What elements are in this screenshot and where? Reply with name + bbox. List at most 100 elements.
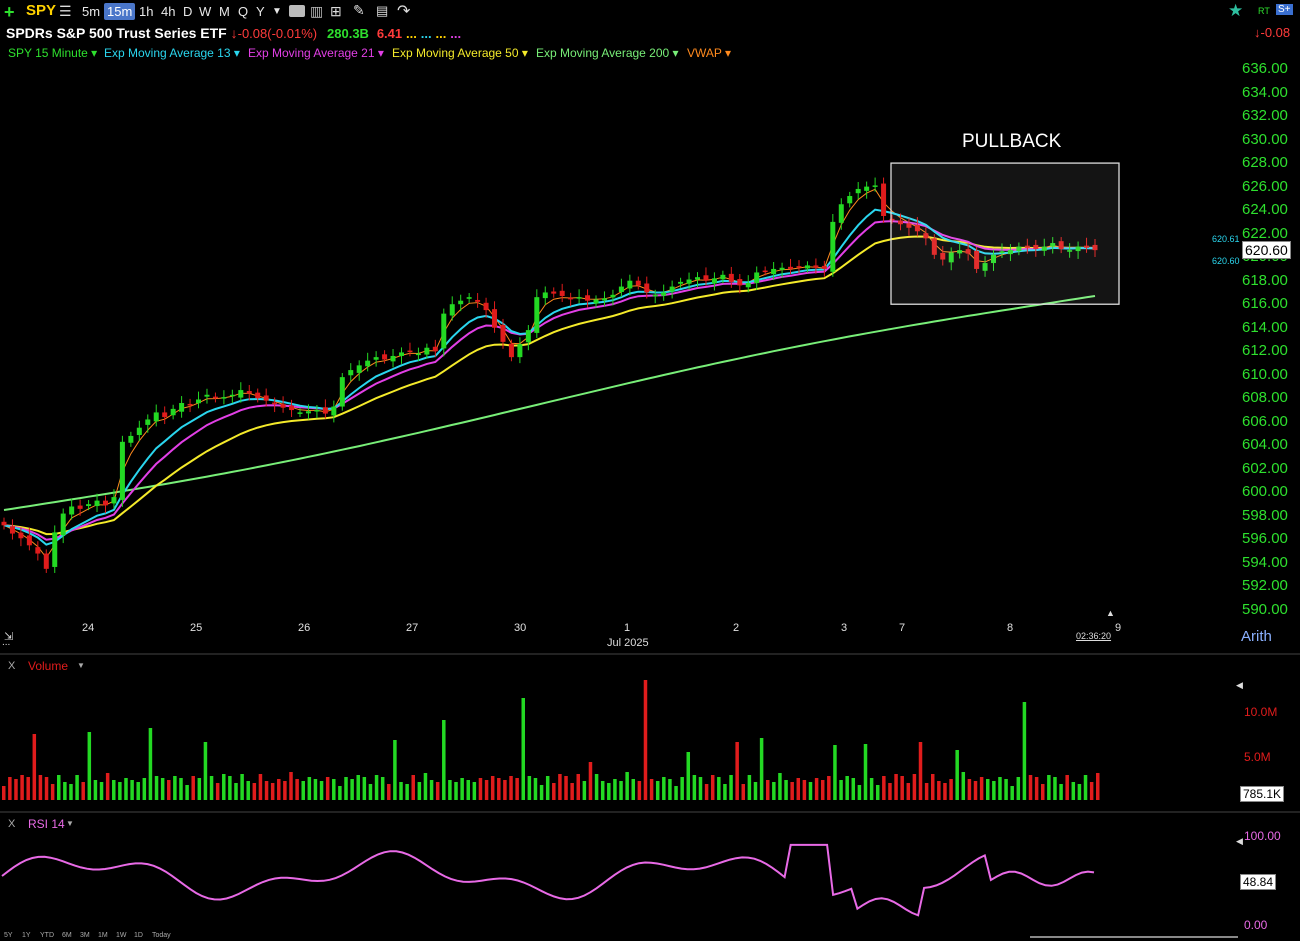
volume-bar — [185, 785, 189, 800]
candle — [593, 295, 599, 308]
volume-bar — [130, 780, 134, 800]
rsi-label[interactable]: RSI 14 — [28, 817, 65, 831]
volume-bar — [710, 775, 715, 800]
candle — [788, 258, 794, 274]
volume-bar — [906, 783, 911, 800]
volume-bar — [662, 777, 666, 800]
range-button[interactable]: 1W — [116, 932, 127, 939]
rsi-scroll-icon[interactable]: ◀ — [1236, 836, 1243, 847]
volume-bar — [14, 779, 18, 800]
rsi-chevron-icon[interactable]: ▼ — [66, 819, 74, 828]
range-button[interactable]: 1D — [134, 932, 143, 939]
volume-bar — [356, 775, 360, 800]
range-button[interactable]: YTD — [40, 932, 54, 939]
volume-bar — [790, 782, 794, 800]
candle — [492, 301, 498, 333]
range-button[interactable]: 5Y — [4, 932, 13, 939]
volume-bar — [668, 779, 672, 800]
volume-close-icon[interactable]: X — [8, 660, 15, 672]
rsi-close-icon[interactable]: X — [8, 818, 15, 830]
volume-bar — [802, 780, 807, 800]
volume-bar — [252, 783, 257, 800]
volume-bar — [521, 698, 525, 800]
candle — [601, 291, 607, 307]
volume-label[interactable]: Volume — [28, 659, 68, 673]
volume-bar — [600, 781, 605, 800]
volume-bar — [882, 776, 886, 800]
volume-bar — [637, 781, 642, 800]
chart-canvas[interactable] — [0, 0, 1300, 941]
volume-bar — [63, 782, 67, 800]
volume-bar — [26, 777, 30, 800]
volume-bar — [417, 782, 422, 800]
x-axis-tick: 3 — [841, 622, 848, 634]
candle — [382, 350, 388, 364]
volume-bar — [1010, 786, 1014, 800]
volume-bar — [1059, 784, 1063, 800]
volume-bar — [472, 782, 477, 800]
volume-bar — [594, 774, 599, 800]
volume-bar — [1022, 702, 1027, 800]
volume-bar — [460, 778, 464, 800]
volume-bar — [869, 778, 874, 800]
candle — [576, 289, 582, 304]
scale-mode-button[interactable]: Arith — [1241, 628, 1272, 645]
volume-scroll-icon[interactable]: ◀ — [1236, 680, 1243, 691]
candle — [855, 182, 861, 200]
volume-bar — [435, 782, 440, 800]
x-axis-tick: 24 — [82, 622, 95, 634]
volume-bar — [197, 778, 202, 800]
volume-bar — [985, 779, 990, 800]
volume-bar — [735, 742, 739, 800]
candle — [568, 292, 574, 307]
range-button[interactable]: 6M — [62, 932, 72, 939]
volume-bar — [490, 776, 495, 800]
volume-bar — [32, 734, 37, 800]
volume-bar — [698, 777, 703, 800]
volume-bar — [680, 777, 684, 800]
volume-bar — [350, 779, 354, 800]
volume-bar — [1016, 777, 1021, 800]
volume-bar — [979, 777, 984, 800]
last-price-tag: 620.60 — [1242, 241, 1291, 259]
volume-bar — [1028, 775, 1033, 800]
range-button[interactable]: 3M — [80, 932, 90, 939]
volume-bar — [539, 785, 544, 800]
volume-bar — [992, 781, 996, 800]
range-button[interactable]: 1Y — [22, 932, 31, 939]
range-button[interactable]: 1M — [98, 932, 108, 939]
volume-bar — [967, 779, 972, 800]
volume-bar — [2, 786, 6, 800]
volume-bar — [833, 745, 837, 800]
candle — [35, 541, 41, 561]
zoom-icon[interactable]: ⇲ — [4, 630, 13, 643]
candle — [711, 272, 717, 291]
volume-bar — [75, 775, 79, 800]
volume-chevron-icon[interactable]: ▼ — [77, 661, 85, 670]
scroll-up-icon[interactable]: ▲ — [1106, 608, 1115, 618]
volume-bar — [796, 778, 801, 800]
pullback-box[interactable] — [890, 162, 1120, 305]
volume-bar — [136, 782, 140, 800]
volume-bar — [686, 752, 691, 800]
volume-bar — [888, 783, 892, 800]
volume-bar — [772, 782, 776, 800]
range-button[interactable]: Today — [152, 932, 171, 939]
volume-bar — [270, 783, 275, 800]
volume-bar — [863, 744, 868, 800]
volume-bar — [497, 778, 501, 800]
candle — [179, 396, 185, 418]
candle — [407, 342, 413, 357]
volume-bar — [778, 773, 782, 800]
volume-bar — [57, 775, 61, 800]
candle — [280, 396, 286, 413]
volume-bar — [484, 780, 489, 800]
candle — [534, 289, 540, 338]
volume-bar — [124, 778, 128, 800]
candle — [322, 399, 328, 419]
volume-tick-10m: 10.0M — [1244, 705, 1278, 719]
candle — [9, 519, 15, 540]
volume-bar — [582, 781, 587, 800]
volume-bar — [246, 781, 250, 800]
volume-bar — [545, 776, 550, 800]
